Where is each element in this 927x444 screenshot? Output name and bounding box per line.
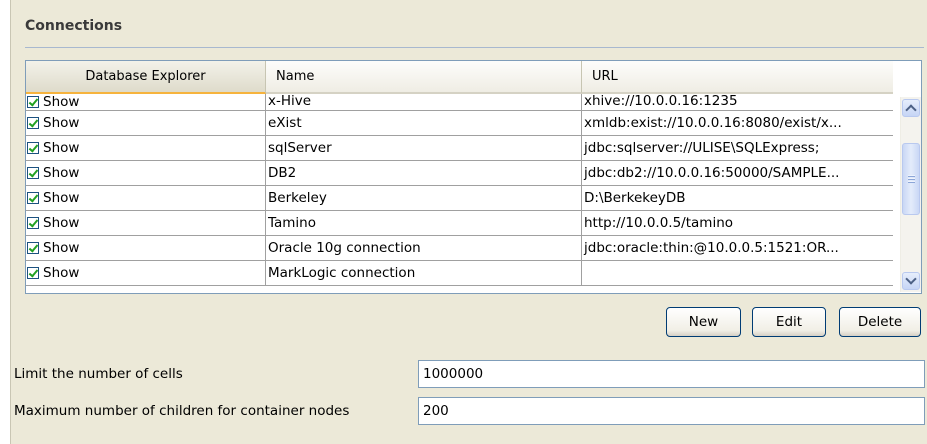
scrollbar-thumb[interactable] — [902, 143, 920, 215]
name-cell[interactable]: Tamino — [266, 211, 582, 235]
table-row[interactable]: Show Tamino http://10.0.0.5/tamino — [26, 211, 893, 236]
name-cell[interactable]: x-Hive — [266, 94, 582, 110]
vertical-scrollbar[interactable] — [900, 97, 921, 292]
url-cell[interactable] — [582, 261, 893, 285]
show-cell[interactable]: Show — [26, 186, 266, 210]
max-children-input[interactable] — [418, 397, 925, 425]
name-cell[interactable]: sqlServer — [266, 136, 582, 160]
show-cell[interactable]: Show — [26, 261, 266, 285]
name-cell[interactable]: DB2 — [266, 161, 582, 185]
limit-cells-label: Limit the number of cells — [14, 366, 183, 382]
show-label: Show — [43, 240, 80, 256]
show-label: Show — [43, 215, 80, 231]
show-checkbox[interactable] — [27, 192, 39, 204]
grip-icon — [908, 175, 915, 183]
table-header: Database Explorer Name URL — [26, 61, 893, 94]
chevron-down-icon — [905, 273, 917, 285]
url-cell[interactable]: jdbc:oracle:thin:@10.0.0.5:1521:OR... — [582, 236, 893, 260]
limit-cells-input[interactable] — [418, 360, 925, 388]
table-row[interactable]: Show DB2 jdbc:db2://10.0.0.16:50000/SAMP… — [26, 161, 893, 186]
show-cell[interactable]: Show — [26, 236, 266, 260]
header-corner — [893, 61, 921, 94]
name-cell[interactable]: Berkeley — [266, 186, 582, 210]
show-cell[interactable]: Show — [26, 94, 266, 110]
column-header-name[interactable]: Name — [266, 61, 582, 94]
edit-button[interactable]: Edit — [752, 307, 826, 337]
connections-table: Database Explorer Name URL Show x-Hive x… — [25, 60, 922, 294]
show-checkbox[interactable] — [27, 217, 39, 229]
name-cell[interactable]: Oracle 10g connection — [266, 236, 582, 260]
chevron-up-icon — [905, 104, 917, 116]
url-cell[interactable]: jdbc:sqlserver://ULISE\SQLExpress; — [582, 136, 893, 160]
section-divider — [25, 47, 924, 48]
table-row[interactable]: Show Berkeley D:\BerkekeyDB — [26, 186, 893, 211]
url-cell[interactable]: xmldb:exist://10.0.0.16:8080/exist/x... — [582, 111, 893, 135]
show-cell[interactable]: Show — [26, 111, 266, 135]
column-header-database-explorer[interactable]: Database Explorer — [26, 61, 266, 94]
show-checkbox[interactable] — [27, 142, 39, 154]
show-checkbox[interactable] — [27, 117, 39, 129]
show-checkbox[interactable] — [27, 167, 39, 179]
delete-button[interactable]: Delete — [839, 307, 921, 337]
show-cell[interactable]: Show — [26, 211, 266, 235]
table-row[interactable]: Show MarkLogic connection — [26, 261, 893, 286]
show-label: Show — [43, 265, 80, 281]
new-button[interactable]: New — [666, 307, 741, 337]
show-checkbox[interactable] — [27, 242, 39, 254]
section-title: Connections — [25, 18, 123, 34]
show-label: Show — [43, 115, 80, 131]
table-row[interactable]: Show sqlServer jdbc:sqlserver://ULISE\SQ… — [26, 136, 893, 161]
name-cell[interactable]: MarkLogic connection — [266, 261, 582, 285]
show-checkbox[interactable] — [27, 267, 39, 279]
table-row[interactable]: Show eXist xmldb:exist://10.0.0.16:8080/… — [26, 111, 893, 136]
name-cell[interactable]: eXist — [266, 111, 582, 135]
show-label: Show — [43, 140, 80, 156]
scroll-down-button[interactable] — [902, 272, 920, 290]
url-cell[interactable]: D:\BerkekeyDB — [582, 186, 893, 210]
show-checkbox[interactable] — [27, 96, 39, 108]
show-label: Show — [43, 190, 80, 206]
url-cell[interactable]: xhive://10.0.0.16:1235 — [582, 94, 893, 110]
show-label: Show — [43, 165, 80, 181]
table-row[interactable]: Show Oracle 10g connection jdbc:oracle:t… — [26, 236, 893, 261]
show-cell[interactable]: Show — [26, 161, 266, 185]
url-cell[interactable]: jdbc:db2://10.0.0.16:50000/SAMPLE... — [582, 161, 893, 185]
scroll-up-button[interactable] — [902, 99, 920, 117]
column-header-url[interactable]: URL — [582, 61, 893, 94]
table-body: Show x-Hive xhive://10.0.0.16:1235 Show … — [26, 94, 893, 293]
url-cell[interactable]: http://10.0.0.5/tamino — [582, 211, 893, 235]
show-label: Show — [43, 94, 80, 110]
max-children-label: Maximum number of children for container… — [14, 403, 350, 419]
table-row[interactable]: Show x-Hive xhive://10.0.0.16:1235 — [26, 94, 893, 111]
show-cell[interactable]: Show — [26, 136, 266, 160]
